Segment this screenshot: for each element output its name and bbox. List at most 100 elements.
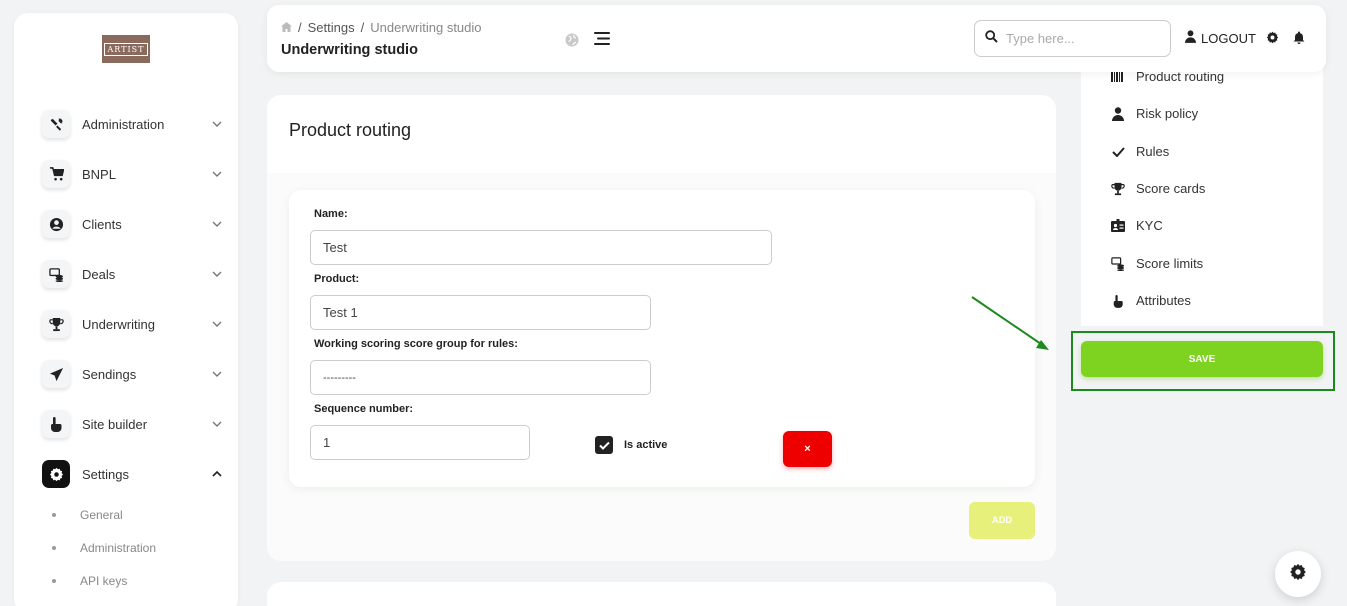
sidebar-subitem-general[interactable]: General xyxy=(52,508,123,522)
home-icon[interactable] xyxy=(281,20,292,35)
section-link-score-cards[interactable]: Score cards xyxy=(1111,181,1205,196)
sidebar-item-label: Site builder xyxy=(82,416,148,432)
sidebar-subitem-label: API keys xyxy=(80,574,128,588)
globe-icon[interactable] xyxy=(565,33,579,52)
id-card-icon xyxy=(1111,219,1125,233)
paper-plane-icon xyxy=(42,360,70,388)
sidebar-item-label: Sendings xyxy=(82,366,137,382)
next-card xyxy=(267,582,1056,606)
sequence-label: Sequence number: xyxy=(314,403,414,415)
logout-button[interactable]: LOGOUT xyxy=(1185,30,1256,46)
sidebar-item-label: Administration xyxy=(82,116,165,132)
save-button[interactable]: SAVE xyxy=(1081,341,1323,377)
section-link-label: Score cards xyxy=(1136,181,1206,196)
sidebar-item-clients[interactable]: Clients xyxy=(42,209,222,239)
sidebar-item-label: Settings xyxy=(82,466,129,482)
bullet-dot xyxy=(52,579,56,583)
add-button[interactable]: ADD xyxy=(969,502,1035,539)
sidebar-subitem-api-keys[interactable]: API keys xyxy=(52,574,127,588)
sidebar-item-sendings[interactable]: Sendings xyxy=(42,359,222,389)
sidebar-item-label: Underwriting xyxy=(82,316,155,332)
breadcrumb-separator: / xyxy=(360,20,365,35)
search-icon xyxy=(985,29,998,48)
sidebar-item-settings[interactable]: Settings xyxy=(42,459,222,489)
logo-text: ARTIST xyxy=(103,42,149,56)
menu-toggle-icon[interactable] xyxy=(594,32,610,50)
sidebar-item-label: BNPL xyxy=(82,166,116,182)
section-link-rules[interactable]: Rules xyxy=(1111,144,1169,159)
sidebar-item-underwriting[interactable]: Underwriting xyxy=(42,309,222,339)
cart-icon xyxy=(42,160,70,188)
breadcrumb-settings[interactable]: Settings xyxy=(308,20,355,35)
gear-icon[interactable] xyxy=(1266,31,1279,49)
sidebar-item-site-builder[interactable]: Site builder xyxy=(42,409,222,439)
breadcrumb: / Settings / Underwriting studio xyxy=(281,20,482,35)
breadcrumb-separator: / xyxy=(298,20,302,35)
trophy-icon xyxy=(42,310,70,338)
search-box[interactable] xyxy=(974,20,1171,57)
sidebar-item-label: Clients xyxy=(82,216,122,232)
floating-settings-button[interactable] xyxy=(1275,551,1321,597)
routing-form: Name: Test Product: Test 1 Working scori… xyxy=(289,190,1035,487)
artist-logo[interactable]: ARTIST xyxy=(102,35,150,63)
product-label: Product: xyxy=(314,273,360,285)
chevron-down-icon xyxy=(212,319,222,329)
sidebar: ARTIST Administration BNPL Clients Deals… xyxy=(14,13,238,606)
search-input[interactable] xyxy=(1006,31,1156,46)
card-title: Product routing xyxy=(289,120,412,140)
section-link-label: Risk policy xyxy=(1136,106,1199,121)
check-icon xyxy=(1111,145,1125,159)
sidebar-item-bnpl[interactable]: BNPL xyxy=(42,159,222,189)
sidebar-subitem-label: General xyxy=(80,508,123,522)
chevron-down-icon xyxy=(212,369,222,379)
hand-pointer-icon xyxy=(1111,294,1125,308)
breadcrumb-current: Underwriting studio xyxy=(370,20,482,35)
section-link-label: Attributes xyxy=(1136,293,1191,308)
top-header: / Settings / Underwriting studio Underwr… xyxy=(267,5,1326,72)
checkbox-checked-icon[interactable] xyxy=(595,436,613,454)
card-header: Product routing xyxy=(267,95,1056,173)
section-link-attributes[interactable]: Attributes xyxy=(1111,293,1191,308)
money-stack-icon xyxy=(42,260,70,288)
is-active-checkbox[interactable]: Is active xyxy=(595,436,667,454)
page-title: Underwriting studio xyxy=(281,42,418,58)
product-routing-card: Product routing Name: Test Product: Test… xyxy=(267,95,1056,561)
chevron-down-icon xyxy=(212,419,222,429)
annotation-arrow-icon xyxy=(971,296,1049,350)
section-link-label: Rules xyxy=(1136,144,1170,159)
chevron-down-icon xyxy=(212,119,222,129)
section-link-risk-policy[interactable]: Risk policy xyxy=(1111,106,1198,121)
user-icon xyxy=(1185,30,1196,46)
name-field[interactable]: Test xyxy=(310,230,772,265)
chevron-down-icon xyxy=(212,169,222,179)
is-active-label: Is active xyxy=(624,439,668,451)
sidebar-item-administration[interactable]: Administration xyxy=(42,109,222,139)
product-select[interactable]: Test 1 xyxy=(310,295,651,330)
score-group-select[interactable]: --------- xyxy=(310,360,651,395)
sidebar-item-label: Deals xyxy=(82,266,116,282)
user-circle-icon xyxy=(42,210,70,238)
score-group-label: Working scoring score group for rules: xyxy=(314,338,518,350)
remove-row-button[interactable]: × xyxy=(783,431,832,467)
bullet-dot xyxy=(52,513,56,517)
sidebar-item-deals[interactable]: Deals xyxy=(42,259,222,289)
name-label: Name: xyxy=(314,208,348,220)
gear-icon xyxy=(42,460,70,488)
gear-icon xyxy=(1289,563,1307,586)
sidebar-subitem-administration[interactable]: Administration xyxy=(52,541,156,555)
section-link-label: Score limits xyxy=(1136,256,1204,271)
chevron-up-icon xyxy=(212,469,222,479)
section-link-label: KYC xyxy=(1136,218,1163,233)
bell-icon[interactable] xyxy=(1293,31,1305,49)
hand-pointer-icon xyxy=(42,410,70,438)
section-nav-panel: Product routing Risk policy Rules Score … xyxy=(1081,50,1323,326)
sequence-field[interactable]: 1 xyxy=(310,425,530,460)
chevron-down-icon xyxy=(212,219,222,229)
section-link-score-limits[interactable]: Score limits xyxy=(1111,256,1203,271)
tools-icon xyxy=(42,110,70,138)
section-link-kyc[interactable]: KYC xyxy=(1111,218,1163,233)
money-stack-icon xyxy=(1111,256,1125,271)
logout-label: LOGOUT xyxy=(1201,30,1256,46)
sidebar-subitem-label: Administration xyxy=(80,541,157,555)
bullet-dot xyxy=(52,546,56,550)
